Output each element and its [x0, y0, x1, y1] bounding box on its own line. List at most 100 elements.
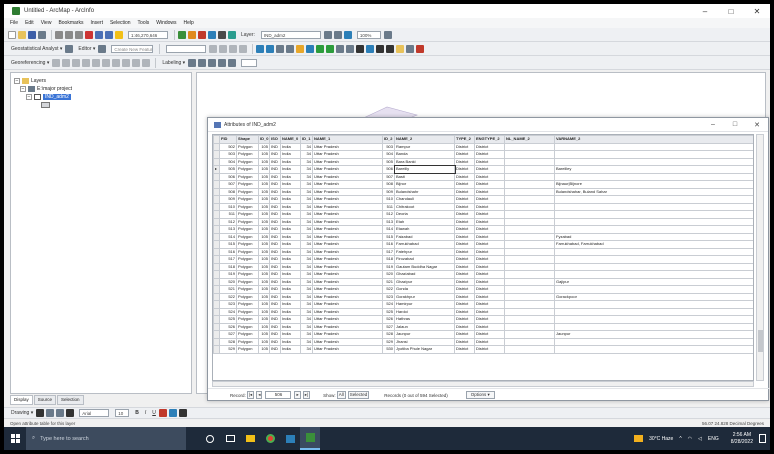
minimize-button[interactable]: – [692, 7, 718, 16]
table-cell[interactable] [554, 255, 753, 264]
notifications-icon[interactable] [759, 434, 766, 443]
table-cell[interactable]: 105 [258, 270, 270, 279]
table-cell[interactable]: 513 [219, 225, 237, 234]
vertical-scrollbar[interactable] [756, 134, 764, 381]
table-cell[interactable]: District [474, 172, 505, 181]
table-cell[interactable]: IND [269, 247, 281, 256]
table-cell[interactable]: Gonda [394, 285, 455, 294]
table-cell[interactable]: 520 [382, 270, 395, 279]
table-cell[interactable] [504, 330, 555, 339]
table-cell[interactable]: India [280, 277, 301, 286]
table-cell[interactable]: Polygon [236, 292, 259, 301]
table-cell[interactable]: IND [269, 180, 281, 189]
table-cell[interactable]: 105 [258, 157, 270, 166]
table-cell[interactable]: District [454, 247, 475, 256]
measure-icon[interactable] [386, 44, 395, 53]
table-cell[interactable] [554, 270, 753, 279]
table-cell[interactable]: 505 [382, 157, 395, 166]
tool-icon[interactable] [102, 58, 111, 67]
collapse-icon[interactable]: − [26, 94, 32, 100]
table-cell[interactable]: 105 [258, 187, 270, 196]
column-header-id-2[interactable]: ID_2 [382, 135, 395, 144]
table-cell[interactable]: IND [269, 337, 281, 346]
table-cell[interactable]: Uttar Pradesh [312, 142, 383, 151]
table-cell[interactable]: District [454, 157, 475, 166]
table-cell[interactable]: Ghazipur [394, 277, 455, 286]
edit-tool-icon[interactable] [98, 44, 107, 53]
table-cell[interactable]: Polygon [236, 270, 259, 279]
table-cell[interactable]: 34 [300, 255, 313, 264]
tool-icon[interactable] [122, 58, 131, 67]
table-cell[interactable]: Polygon [236, 337, 259, 346]
label-tool-icon[interactable] [228, 58, 237, 67]
table-cell[interactable]: Uttar Pradesh [312, 187, 383, 196]
label-tool-icon[interactable] [188, 58, 197, 67]
table-cell[interactable]: Jaunpur [554, 330, 753, 339]
table-cell[interactable]: 105 [258, 307, 270, 316]
table-cell[interactable]: 34 [300, 142, 313, 151]
table-cell[interactable]: District [454, 172, 475, 181]
toc-icon[interactable] [188, 30, 196, 39]
table-cell[interactable]: 34 [300, 180, 313, 189]
tool-icon[interactable] [239, 44, 248, 53]
table-cell[interactable]: Gorakhpur [394, 292, 455, 301]
table-row[interactable]: 512 Polygon 105 IND India 34 Uttar Pradesh 513 E… [213, 217, 753, 226]
table-cell[interactable] [504, 217, 555, 226]
table-cell[interactable]: District [454, 292, 475, 301]
table-cell[interactable]: 34 [300, 330, 313, 339]
table-cell[interactable]: District [454, 195, 475, 204]
table-cell[interactable]: Uttar Pradesh [312, 292, 383, 301]
tool-icon[interactable] [62, 58, 71, 67]
table-cell[interactable]: District [474, 337, 505, 346]
table-cell[interactable]: District [454, 315, 475, 324]
table-cell[interactable] [504, 262, 555, 271]
table-cell[interactable]: District [474, 225, 505, 234]
table-cell[interactable]: India [280, 150, 301, 159]
table-cell[interactable]: 527 [382, 322, 395, 331]
label-tool-icon[interactable] [208, 58, 217, 67]
table-row[interactable]: 522 Polygon 105 IND India 34 Uttar Pradesh 523 G… [213, 292, 753, 301]
menu-help[interactable]: Help [184, 20, 194, 26]
table-cell[interactable]: India [280, 292, 301, 301]
menu-view[interactable]: View [41, 20, 52, 26]
hyperlink-icon[interactable] [396, 44, 405, 53]
table-cell[interactable]: 515 [382, 232, 395, 241]
table-cell[interactable]: Basti [394, 172, 455, 181]
tool-icon[interactable] [209, 44, 218, 53]
catalog-icon[interactable] [198, 30, 206, 39]
table-cell[interactable]: 105 [258, 232, 270, 241]
table-cell[interactable]: 518 [219, 262, 237, 271]
table-row[interactable]: 529 Polygon 105 IND India 34 Uttar Pradesh 530 J… [213, 345, 753, 354]
table-cell[interactable]: Uttar Pradesh [312, 165, 383, 174]
table-cell[interactable]: District [454, 285, 475, 294]
table-cell[interactable]: 503 [219, 150, 237, 159]
tool-icon[interactable] [142, 58, 151, 67]
table-cell[interactable]: 105 [258, 195, 270, 204]
collapse-icon[interactable]: − [20, 86, 26, 92]
table-cell[interactable]: 34 [300, 202, 313, 211]
table-cell[interactable]: 529 [382, 337, 395, 346]
new-icon[interactable] [8, 30, 16, 39]
table-cell[interactable]: 519 [382, 262, 395, 271]
table-cell[interactable]: India [280, 322, 301, 331]
table-cell[interactable]: Uttar Pradesh [312, 180, 383, 189]
select-features-icon[interactable] [336, 44, 345, 53]
table-cell[interactable]: 514 [382, 225, 395, 234]
table-cell[interactable]: 105 [258, 337, 270, 346]
table-cell[interactable]: 523 [382, 292, 395, 301]
table-cell[interactable]: Gautam Buddha Nagar [394, 262, 455, 271]
editor-toolbar-icon[interactable] [178, 30, 186, 39]
table-cell[interactable]: 105 [258, 247, 270, 256]
table-cell[interactable] [554, 172, 753, 181]
table-cell[interactable]: 105 [258, 210, 270, 219]
table-cell[interactable]: 34 [300, 345, 313, 354]
table-cell[interactable]: 509 [382, 187, 395, 196]
table-cell[interactable]: IND [269, 232, 281, 241]
table-cell[interactable]: Polygon [236, 277, 259, 286]
table-cell[interactable] [504, 345, 555, 354]
table-cell[interactable]: District [454, 150, 475, 159]
table-cell[interactable]: IND [269, 165, 281, 174]
time-slider-icon[interactable] [416, 44, 425, 53]
table-cell[interactable]: Polygon [236, 172, 259, 181]
table-cell[interactable]: 105 [258, 142, 270, 151]
